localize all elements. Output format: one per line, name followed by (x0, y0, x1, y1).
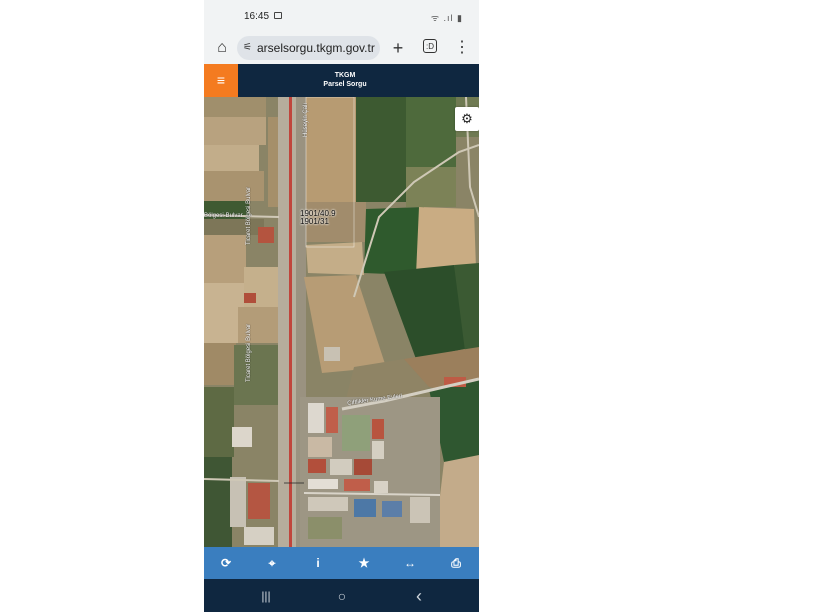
road-label-huseyin: Hüseyin Çalı (303, 102, 309, 137)
phone-screen: 16:45 ᯤ .ıl ▮ ⌂ ⚟ arselsorgu.tkgm.gov.tr… (204, 0, 479, 612)
road-label-ticaret-1: Ticaret Bölgesi Bulvar (246, 186, 252, 245)
map-toolbar: ⟳ ⌖ i ★ ↔ ⎙ (204, 547, 479, 579)
home-icon[interactable]: ⌂ (212, 38, 232, 58)
road-label-ticaret-2: Ticaret Bölgesi Bulvar (246, 323, 252, 382)
hamburger-menu-icon[interactable]: ≡ (204, 64, 238, 97)
road-label-bolgesi-bulvar: Bölgesi-Bulvar (204, 213, 243, 219)
status-bar: 16:45 ᯤ .ıl ▮ (204, 0, 479, 32)
tab-switcher-button[interactable]: :D (423, 39, 437, 53)
home-circle-icon[interactable]: ○ (330, 586, 354, 606)
favorite-star-icon[interactable]: ★ (354, 553, 374, 573)
gallery-notification-icon (274, 12, 282, 19)
browser-menu-icon[interactable]: ⋮ (454, 36, 470, 60)
satellite-map[interactable]: ⚙ 1901/40.9 1901/31 Bölgesi-Bulvar Ticar… (204, 97, 479, 547)
locate-icon[interactable]: ⌖ (262, 553, 282, 573)
parcel-label: 1901/40.9 1901/31 (300, 210, 336, 226)
measure-icon[interactable]: ↔ (400, 553, 420, 573)
status-time: 16:45 (244, 11, 270, 22)
url-text[interactable]: arselsorgu.tkgm.gov.tr (257, 41, 375, 55)
new-tab-icon[interactable]: + (388, 36, 408, 60)
info-icon[interactable]: i (308, 553, 328, 573)
status-icons: ᯤ .ıl ▮ (430, 13, 463, 23)
parcel-label-2: 1901/31 (300, 217, 329, 226)
browser-url-bar: ⌂ ⚟ arselsorgu.tkgm.gov.tr + :D ⋮ (204, 32, 479, 64)
app-title-line1: TKGM (334, 72, 356, 79)
map-settings-gear-icon[interactable]: ⚙ (455, 107, 479, 131)
recent-apps-icon[interactable]: ||| (254, 586, 278, 606)
print-icon[interactable]: ⎙ (446, 553, 466, 573)
android-nav-bar: ||| ○ ‹ (204, 579, 479, 612)
site-settings-icon[interactable]: ⚟ (243, 41, 255, 55)
app-header: ≡ TKGM Parsel Sorgu (204, 64, 479, 97)
satellite-imagery (204, 97, 479, 547)
app-title: TKGM Parsel Sorgu (238, 71, 452, 89)
refresh-icon[interactable]: ⟳ (216, 553, 236, 573)
address-field[interactable]: ⚟ arselsorgu.tkgm.gov.tr (237, 36, 380, 60)
app-title-line2: Parsel Sorgu (323, 81, 367, 88)
back-icon[interactable]: ‹ (407, 586, 431, 606)
